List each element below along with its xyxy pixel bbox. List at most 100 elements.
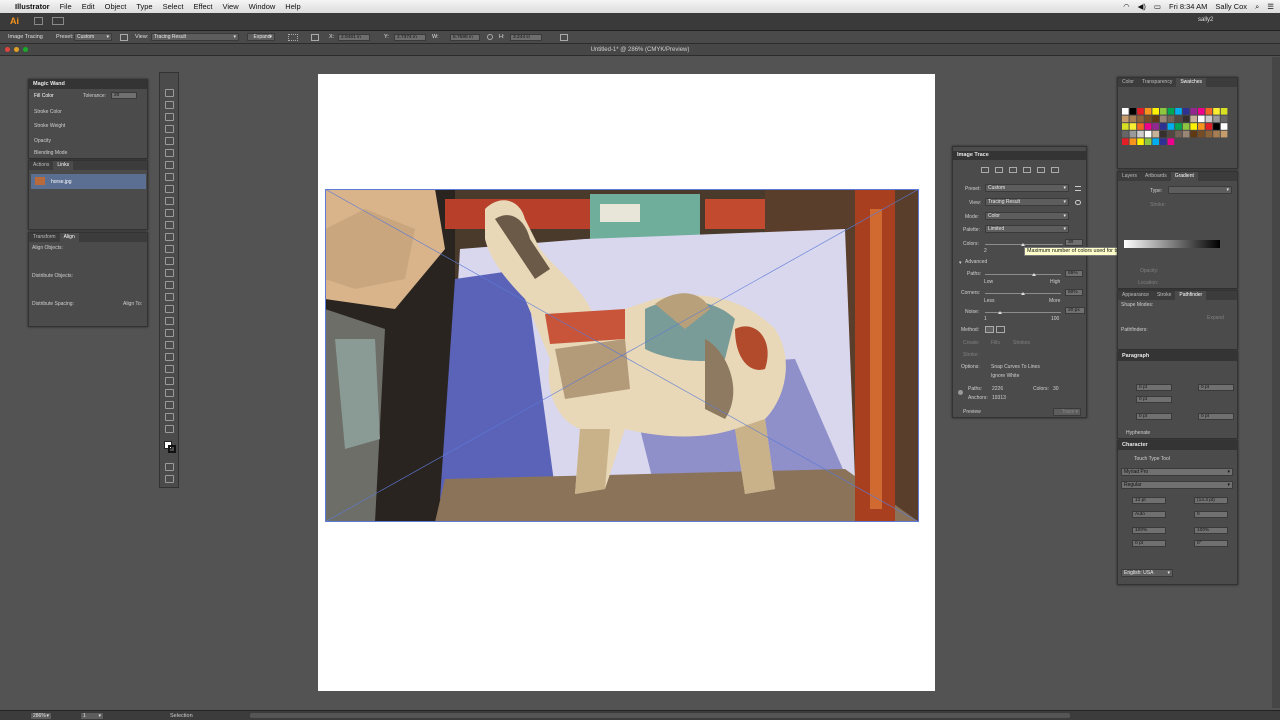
swatch[interactable] — [1137, 130, 1144, 138]
grayscale-preset-icon[interactable] — [1023, 167, 1031, 173]
window-close-icon[interactable] — [5, 47, 10, 52]
tracking-field[interactable]: 0 — [1194, 511, 1228, 518]
screen-mode-icon[interactable] — [165, 475, 174, 483]
swatch[interactable] — [1213, 130, 1220, 138]
swatch[interactable] — [1220, 123, 1228, 130]
strokes-checkbox[interactable]: Strokes — [1013, 340, 1030, 346]
scale-tool-icon[interactable] — [165, 257, 174, 265]
tolerance-field[interactable]: 20 — [111, 92, 137, 99]
swatch-grid[interactable] — [1122, 108, 1234, 153]
slice-tool-icon[interactable] — [165, 401, 174, 409]
swatch[interactable] — [1152, 108, 1159, 115]
drawing-mode-icon[interactable] — [165, 463, 174, 471]
swatch[interactable] — [1144, 138, 1152, 145]
lasso-tool-icon[interactable] — [165, 125, 174, 133]
noise-slider-thumb[interactable] — [998, 311, 1002, 314]
tab-appearance[interactable]: Appearance — [1118, 291, 1153, 300]
swatch[interactable] — [1198, 115, 1205, 123]
swatch[interactable] — [1198, 108, 1205, 115]
swatch[interactable] — [1213, 108, 1220, 115]
noise-field[interactable]: 20 px — [1065, 307, 1085, 314]
swatch[interactable] — [1205, 130, 1213, 138]
swatch[interactable] — [1220, 115, 1228, 123]
swatch[interactable] — [1175, 108, 1182, 115]
volume-icon[interactable]: ◀) — [1138, 2, 1146, 11]
view-dropdown[interactable]: Tracing Result — [151, 33, 239, 41]
swatch[interactable] — [1160, 130, 1167, 138]
swatch[interactable] — [1190, 130, 1197, 138]
it-palette-dropdown[interactable]: Limited — [985, 225, 1069, 233]
noise-slider-track[interactable] — [985, 312, 1061, 313]
swatch[interactable] — [1122, 115, 1129, 123]
menu-effect[interactable]: Effect — [188, 2, 217, 11]
colors-field[interactable]: 30 — [1065, 239, 1083, 246]
preset-menu-icon[interactable] — [1075, 186, 1081, 191]
tab-links[interactable]: Links — [53, 161, 74, 170]
swatch[interactable] — [1205, 108, 1213, 115]
wifi-icon[interactable]: ◠ — [1123, 2, 1130, 11]
paths-slider-thumb[interactable] — [1032, 273, 1036, 276]
tab-stroke[interactable]: Stroke — [1153, 291, 1175, 300]
fills-checkbox[interactable]: Fills — [991, 340, 1000, 346]
tab-pathfinder[interactable]: Pathfinder — [1175, 291, 1207, 300]
menu-edit[interactable]: Edit — [77, 2, 100, 11]
corners-slider-thumb[interactable] — [1021, 292, 1025, 295]
perspective-grid-tool-icon[interactable] — [165, 305, 174, 313]
outline-preset-icon[interactable] — [1051, 167, 1059, 173]
stroke-weight-checkbox[interactable]: Stroke Weight — [34, 123, 65, 129]
view-eye-icon[interactable] — [1075, 200, 1081, 205]
direct-selection-tool-icon[interactable] — [165, 101, 174, 109]
leading-field[interactable]: (14.4 pt) — [1194, 497, 1228, 504]
swatch[interactable] — [1182, 130, 1190, 138]
swatch[interactable] — [1167, 138, 1175, 145]
blending-mode-checkbox[interactable]: Blending Mode — [34, 150, 67, 156]
left-indent-field[interactable]: 0 pt — [1136, 384, 1172, 391]
hand-tool-icon[interactable] — [165, 413, 174, 421]
selection-tool-icon[interactable] — [165, 89, 174, 97]
spotlight-icon[interactable]: ⌕ — [1255, 2, 1259, 12]
swatch[interactable] — [1152, 138, 1159, 145]
baseline-shift-field[interactable]: 0 pt — [1132, 540, 1166, 547]
bridge-icon[interactable] — [34, 17, 43, 25]
swatch[interactable] — [1160, 138, 1167, 145]
paintbrush-tool-icon[interactable] — [165, 197, 174, 205]
tab-artboards[interactable]: Artboards — [1141, 172, 1171, 181]
menu-object[interactable]: Object — [100, 2, 132, 11]
fill-color-checkbox[interactable]: Fill Color — [34, 93, 54, 99]
swatch[interactable] — [1152, 130, 1159, 138]
type-tool-icon[interactable] — [165, 161, 174, 169]
rotate-tool-icon[interactable] — [165, 245, 174, 253]
character-rotation-field[interactable]: 0° — [1194, 540, 1228, 547]
swatch[interactable] — [1167, 123, 1175, 130]
clock[interactable]: Fri 8:34 AM — [1169, 2, 1207, 11]
paths-slider-track[interactable] — [985, 274, 1061, 275]
blend-tool-icon[interactable] — [165, 353, 174, 361]
tab-swatches[interactable]: Swatches — [1176, 78, 1207, 87]
artboard-tool-icon[interactable] — [165, 389, 174, 397]
trace-button[interactable]: Trace — [1053, 408, 1081, 416]
swatch[interactable] — [1122, 130, 1129, 138]
swatch[interactable] — [1182, 108, 1190, 115]
link-filename[interactable]: horse.jpg — [51, 179, 72, 185]
gradient-tool-icon[interactable] — [165, 329, 174, 337]
curvature-tool-icon[interactable] — [165, 149, 174, 157]
swatch[interactable] — [1175, 123, 1182, 130]
hyphenate-checkbox[interactable]: Hyphenate — [1126, 430, 1150, 436]
advanced-toggle[interactable]: Advanced — [965, 259, 987, 265]
it-view-dropdown[interactable]: Tracing Result — [985, 198, 1069, 206]
swatch[interactable] — [1137, 123, 1144, 130]
arrange-documents-icon[interactable] — [52, 17, 64, 25]
menu-file[interactable]: File — [55, 2, 77, 11]
traced-horse-image[interactable] — [325, 189, 919, 522]
transform-icon[interactable] — [560, 34, 568, 41]
ignore-white-checkbox[interactable]: Ignore White — [991, 373, 1019, 379]
notifications-icon[interactable]: ☰ — [1267, 2, 1274, 11]
y-field[interactable]: 2.7374 in — [394, 34, 426, 41]
language-dropdown[interactable]: English: USA — [1121, 569, 1173, 577]
swatch[interactable] — [1152, 115, 1159, 123]
kerning-field[interactable]: Auto — [1132, 511, 1166, 518]
tab-color[interactable]: Color — [1118, 78, 1138, 87]
zoom-tool-icon[interactable] — [165, 425, 174, 433]
swatch[interactable] — [1190, 123, 1197, 130]
right-indent-field[interactable]: 0 pt — [1198, 384, 1234, 391]
